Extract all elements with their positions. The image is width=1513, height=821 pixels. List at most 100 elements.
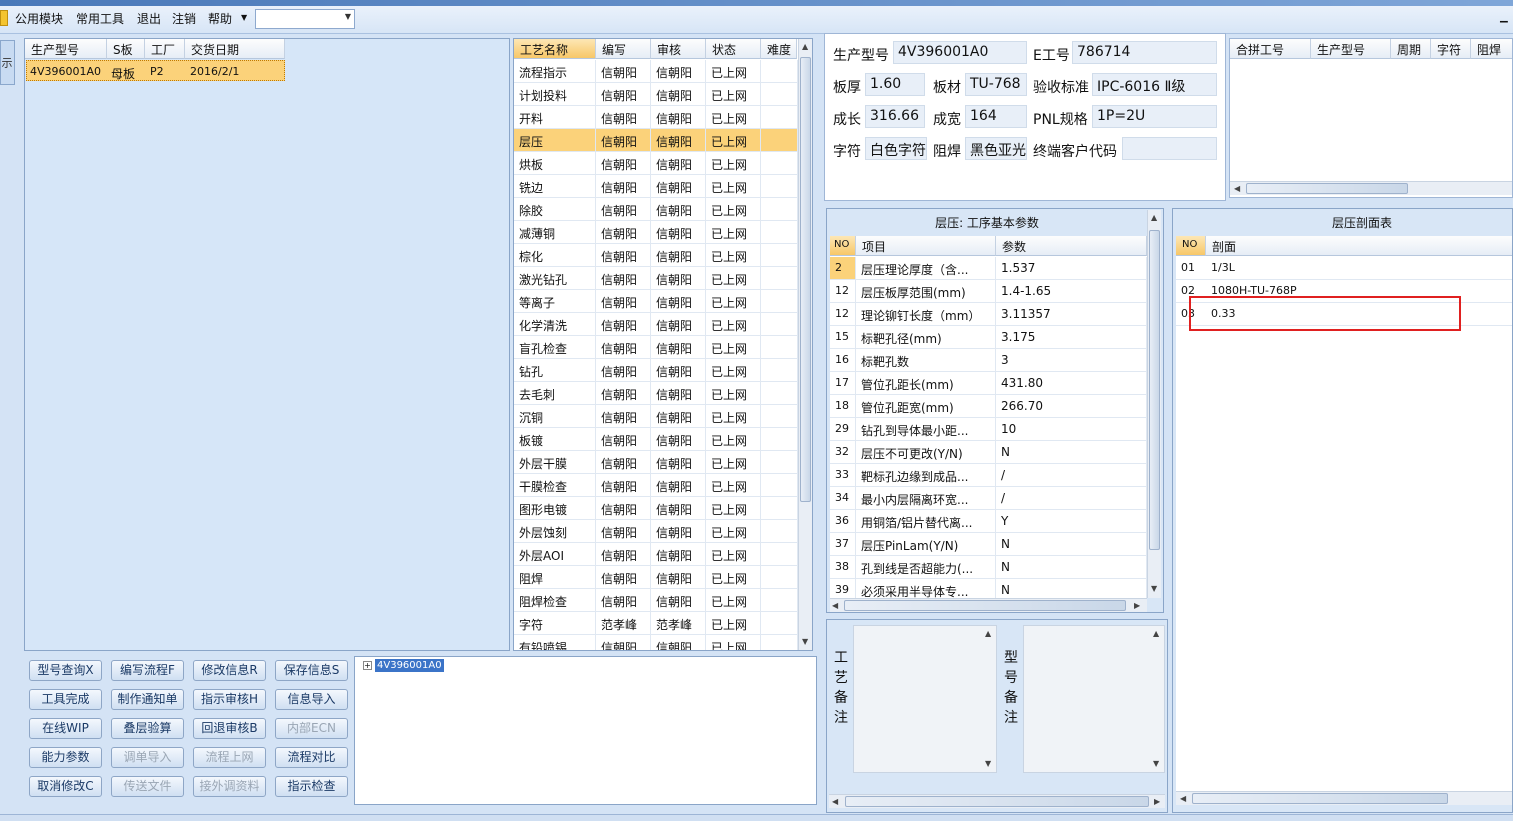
table-row[interactable]: 阻焊检查 信朝阳 信朝阳 已上网: [514, 589, 798, 612]
table-row[interactable]: 17 管位孔距长(mm) 431.80: [830, 372, 1147, 395]
stack-check-button[interactable]: 叠层验算: [111, 718, 184, 739]
expand-icon[interactable]: +: [363, 661, 372, 670]
table-row[interactable]: 烘板 信朝阳 信朝阳 已上网: [514, 152, 798, 175]
scroll-down-icon[interactable]: ▼: [1153, 759, 1159, 768]
model-query-button[interactable]: 型号查询X: [29, 660, 102, 681]
scroll-right-icon[interactable]: ▶: [1154, 797, 1160, 806]
table-row[interactable]: 图形电镀 信朝阳 信朝阳 已上网: [514, 497, 798, 520]
flow-online-button[interactable]: 流程上网: [193, 747, 266, 768]
table-row[interactable]: 盲孔检查 信朝阳 信朝阳 已上网: [514, 336, 798, 359]
params-header-item[interactable]: 项目: [856, 236, 996, 256]
table-row[interactable]: 29 钻孔到导体最小距... 10: [830, 418, 1147, 441]
table-row[interactable]: 流程指示 信朝阳 信朝阳 已上网: [514, 60, 798, 83]
table-row[interactable]: 外层AOI 信朝阳 信朝阳 已上网: [514, 543, 798, 566]
process-remark-textarea[interactable]: ▲ ▼: [853, 625, 997, 773]
orders-header-sboard[interactable]: S板: [107, 39, 145, 59]
table-row[interactable]: 12 理论铆钉长度（mm） 3.11357: [830, 303, 1147, 326]
table-row[interactable]: 沉铜 信朝阳 信朝阳 已上网: [514, 405, 798, 428]
scroll-left-icon[interactable]: ◀: [832, 601, 838, 610]
table-row[interactable]: 外层蚀刻 信朝阳 信朝阳 已上网: [514, 520, 798, 543]
menu-combo-box[interactable]: ▼: [255, 9, 355, 29]
scroll-left-icon[interactable]: ◀: [1234, 184, 1240, 193]
section-header-profile[interactable]: 剖面: [1206, 236, 1512, 256]
scroll-down-icon[interactable]: ▼: [1151, 584, 1157, 593]
table-row[interactable]: 钻孔 信朝阳 信朝阳 已上网: [514, 359, 798, 382]
merge-header-job[interactable]: 合拼工号: [1230, 39, 1311, 59]
prod-model-field[interactable]: 4V396001A0: [893, 41, 1027, 64]
table-row[interactable]: 12 层压板厚范围(mm) 1.4-1.65: [830, 280, 1147, 303]
orders-header-model[interactable]: 生产型号: [25, 39, 107, 59]
orders-header-date[interactable]: 交货日期: [185, 39, 285, 59]
standard-field[interactable]: IPC-6016 Ⅱ级: [1092, 73, 1217, 96]
table-row[interactable]: 阻焊 信朝阳 信朝阳 已上网: [514, 566, 798, 589]
section-hscroll[interactable]: ◀: [1176, 791, 1512, 805]
menu-exit[interactable]: 退出: [137, 10, 161, 27]
length-field[interactable]: 316.66: [865, 105, 925, 128]
make-notice-button[interactable]: 制作通知单: [111, 689, 184, 710]
table-row[interactable]: 4V396001A0 母板 P2 2016/2/1: [26, 60, 285, 81]
table-row[interactable]: 2 层压理论厚度（含... 1.537: [830, 257, 1147, 280]
external-data-button[interactable]: 接外调资料: [193, 776, 266, 797]
process-remark-vscroll[interactable]: ▲ ▼: [982, 626, 996, 772]
params-header-no[interactable]: NO: [830, 236, 856, 256]
merge-header-mask[interactable]: 阻焊: [1471, 39, 1512, 59]
capability-params-button[interactable]: 能力参数: [29, 747, 102, 768]
table-row[interactable]: 37 层压PinLam(Y/N) N: [830, 533, 1147, 556]
width-field[interactable]: 164: [965, 105, 1027, 128]
enduser-field[interactable]: [1122, 137, 1217, 160]
char-field[interactable]: 白色字符: [865, 137, 927, 160]
merge-header-period[interactable]: 周期: [1391, 39, 1431, 59]
mask-field[interactable]: 黑色亚光: [965, 137, 1027, 160]
process-header-writer[interactable]: 编写: [596, 39, 651, 59]
table-row[interactable]: 干膜检查 信朝阳 信朝阳 已上网: [514, 474, 798, 497]
merge-header-model[interactable]: 生产型号: [1311, 39, 1391, 59]
scroll-left-icon[interactable]: ◀: [1180, 794, 1186, 803]
remarks-hscroll[interactable]: ◀ ▶: [829, 794, 1165, 808]
scroll-thumb[interactable]: [1192, 793, 1448, 804]
instruction-check-button[interactable]: 指示检查: [275, 776, 348, 797]
table-row[interactable]: 激光钻孔 信朝阳 信朝阳 已上网: [514, 267, 798, 290]
save-info-button[interactable]: 保存信息S: [275, 660, 348, 681]
process-vscroll[interactable]: ▲ ▼: [798, 39, 812, 650]
tool-complete-button[interactable]: 工具完成: [29, 689, 102, 710]
scroll-thumb[interactable]: [1149, 230, 1160, 550]
params-hscroll[interactable]: ◀ ▶: [830, 598, 1147, 612]
scroll-thumb[interactable]: [844, 600, 1126, 611]
model-remark-vscroll[interactable]: ▲ ▼: [1150, 626, 1164, 772]
e-no-field[interactable]: 786714: [1072, 41, 1217, 64]
scroll-up-icon[interactable]: ▲: [1153, 629, 1159, 638]
table-row[interactable]: 15 标靶孔径(mm) 3.175: [830, 326, 1147, 349]
menu-common-tools[interactable]: 常用工具: [76, 10, 124, 27]
edit-info-button[interactable]: 修改信息R: [193, 660, 266, 681]
scroll-thumb[interactable]: [1246, 183, 1408, 194]
table-row[interactable]: 外层干膜 信朝阳 信朝阳 已上网: [514, 451, 798, 474]
internal-ecn-button[interactable]: 内部ECN: [275, 718, 348, 739]
process-header-name[interactable]: 工艺名称: [514, 39, 596, 59]
info-import-button[interactable]: 信息导入: [275, 689, 348, 710]
section-header-no[interactable]: NO: [1176, 236, 1206, 256]
help-dropdown-icon[interactable]: ▼: [241, 13, 247, 22]
params-vscroll[interactable]: ▲ ▼: [1147, 210, 1161, 598]
table-row[interactable]: 32 层压不可更改(Y/N) N: [830, 441, 1147, 464]
flow-compare-button[interactable]: 流程对比: [275, 747, 348, 768]
send-file-button[interactable]: 传送文件: [111, 776, 184, 797]
left-side-tab[interactable]: 示: [0, 40, 15, 85]
orders-header-factory[interactable]: 工厂: [145, 39, 185, 59]
table-row[interactable]: 去毛刺 信朝阳 信朝阳 已上网: [514, 382, 798, 405]
online-wip-button[interactable]: 在线WIP: [29, 718, 102, 739]
model-remark-textarea[interactable]: ▲ ▼: [1023, 625, 1165, 773]
table-row[interactable]: 棕化 信朝阳 信朝阳 已上网: [514, 244, 798, 267]
table-row[interactable]: 减薄铜 信朝阳 信朝阳 已上网: [514, 221, 798, 244]
table-row[interactable]: 38 孔到线是否超能力(... N: [830, 556, 1147, 579]
scroll-up-icon[interactable]: ▲: [985, 629, 991, 638]
table-row[interactable]: 铣边 信朝阳 信朝阳 已上网: [514, 175, 798, 198]
scroll-thumb[interactable]: [845, 796, 1149, 807]
thickness-field[interactable]: 1.60: [865, 73, 925, 96]
table-row[interactable]: 等离子 信朝阳 信朝阳 已上网: [514, 290, 798, 313]
table-row[interactable]: 有铅喷锡 信朝阳 信朝阳 已上网: [514, 635, 798, 650]
table-row[interactable]: 字符 范孝峰 范孝峰 已上网: [514, 612, 798, 635]
window-control-icon[interactable]: ▁: [1500, 12, 1508, 23]
scroll-left-icon[interactable]: ◀: [832, 797, 838, 806]
material-field[interactable]: TU-768: [965, 73, 1027, 96]
table-row[interactable]: 计划投料 信朝阳 信朝阳 已上网: [514, 83, 798, 106]
